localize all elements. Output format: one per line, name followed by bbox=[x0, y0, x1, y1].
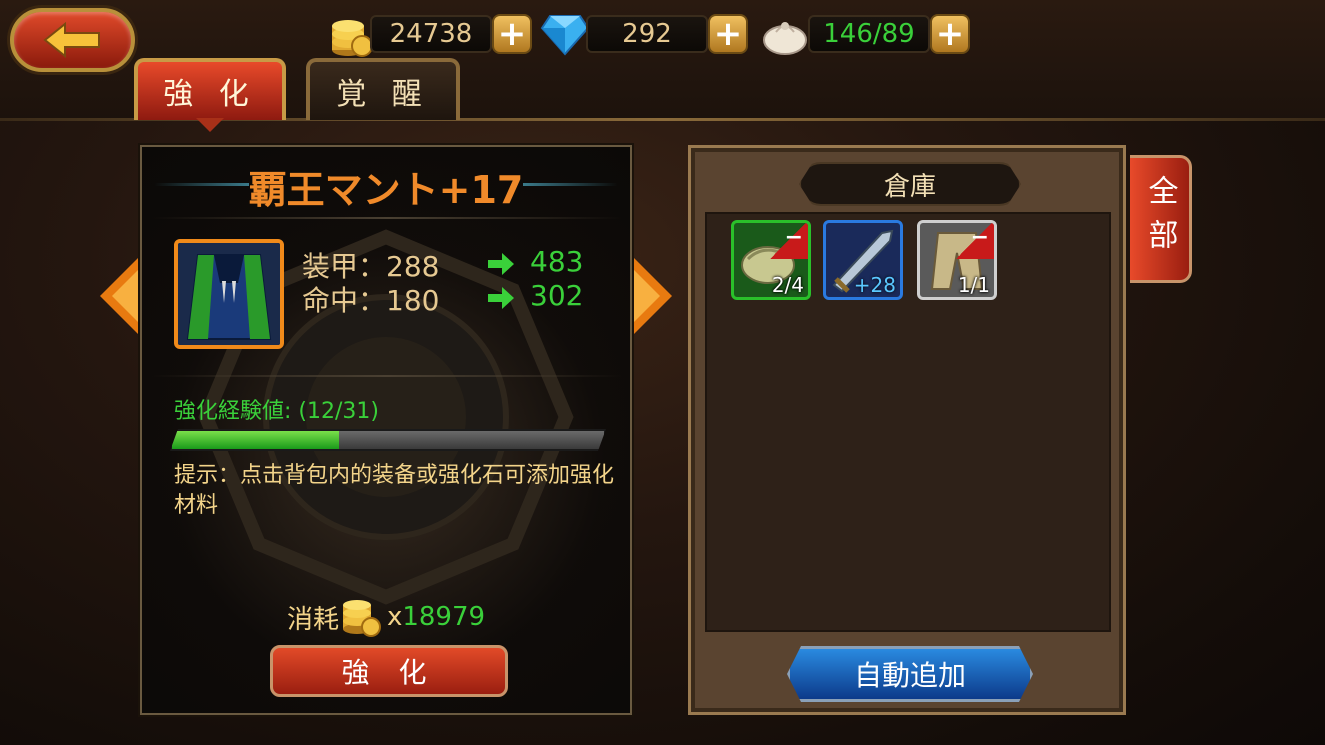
tab-awaken[interactable]: 覚 醒 bbox=[306, 58, 460, 120]
exp-progress-bar bbox=[170, 429, 606, 451]
enhance-button[interactable]: 強 化 bbox=[270, 645, 508, 697]
next-item-arrow-icon[interactable] bbox=[632, 256, 672, 336]
gold-amount: 24738 bbox=[370, 15, 492, 53]
cost-row: 消耗 x 18979 bbox=[142, 595, 630, 639]
back-arrow-icon bbox=[42, 21, 100, 59]
cape-icon bbox=[178, 243, 280, 345]
cost-multiplier: x bbox=[386, 602, 403, 632]
storage-slot-glove[interactable]: − 2/4 bbox=[731, 220, 811, 300]
enhance-panel: 覇王マント+17 装甲：288 483 命中：180 302 強化経験値: (1… bbox=[140, 145, 632, 715]
storage-slot-pants[interactable]: − 1/1 bbox=[917, 220, 997, 300]
auto-add-button[interactable]: 自動追加 bbox=[787, 646, 1033, 702]
remove-badge[interactable]: − bbox=[768, 223, 808, 259]
back-button[interactable] bbox=[10, 8, 135, 72]
exp-label: 強化経験値: (12/31) bbox=[174, 399, 379, 424]
add-gem-button[interactable]: + bbox=[708, 14, 748, 54]
cost-label: 消耗 bbox=[286, 604, 339, 635]
title-ornament-right bbox=[523, 183, 618, 186]
arrow-right-icon bbox=[488, 253, 514, 275]
steamed-bun-icon bbox=[763, 22, 807, 55]
cost-value: 18979 bbox=[402, 602, 486, 632]
slot-count: 1/1 bbox=[957, 273, 990, 297]
gold-coin-icon bbox=[332, 20, 373, 57]
stamina-amount: 146/89 bbox=[808, 15, 930, 53]
remove-badge[interactable]: − bbox=[954, 223, 994, 259]
gold-coin-icon bbox=[342, 600, 381, 637]
hint-text: 提示：点击背包内的装备或强化石可添加强化材料 bbox=[174, 463, 615, 518]
storage-panel: 倉庫 − 2/4 +28 − 1/1 自動追加 bbox=[688, 145, 1126, 715]
separator bbox=[152, 217, 622, 219]
stat-armor-new: 483 bbox=[530, 245, 584, 278]
prev-item-arrow-icon[interactable] bbox=[100, 256, 140, 336]
stat-accuracy-new: 302 bbox=[530, 279, 584, 312]
diamond-icon bbox=[540, 15, 590, 56]
arrow-right-icon bbox=[488, 287, 514, 309]
add-gold-button[interactable]: + bbox=[492, 14, 532, 54]
tab-enhance[interactable]: 強 化 bbox=[134, 58, 286, 120]
exp-progress-fill bbox=[172, 431, 339, 449]
separator bbox=[152, 375, 622, 377]
storage-title: 倉庫 bbox=[799, 162, 1021, 206]
item-name: 覇王マント+17 bbox=[248, 168, 524, 212]
slot-level: +28 bbox=[853, 273, 896, 297]
slot-count: 2/4 bbox=[771, 273, 804, 297]
item-icon[interactable] bbox=[174, 239, 284, 349]
storage-slot-sword[interactable]: +28 bbox=[823, 220, 903, 300]
add-stamina-button[interactable]: + bbox=[930, 14, 970, 54]
active-tab-pointer bbox=[196, 118, 224, 132]
stat-accuracy: 命中：180 bbox=[302, 284, 440, 317]
gem-amount: 292 bbox=[586, 15, 708, 53]
filter-tab-all[interactable]: 全部 bbox=[1130, 155, 1192, 283]
